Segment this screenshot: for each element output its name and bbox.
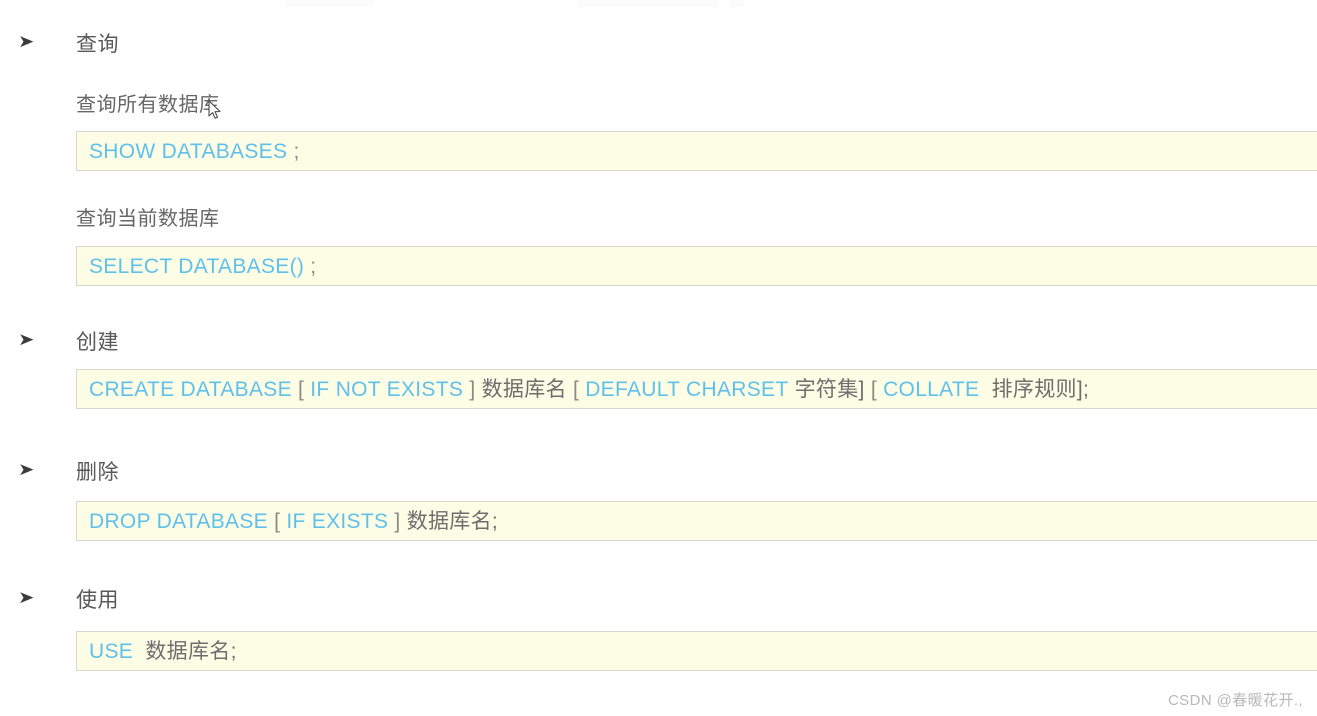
subheading-query-current-database: 查询当前数据库 xyxy=(76,208,220,230)
section-title-drop: 删除 xyxy=(76,461,119,484)
placeholder-database-name: 数据库名; xyxy=(406,509,499,533)
section-title-create: 创建 xyxy=(76,331,119,354)
bullet-arrow-icon: ➤ xyxy=(18,32,35,52)
sql-keyword: SHOW DATABASES xyxy=(89,139,288,163)
sql-keyword-drop: DROP DATABASE xyxy=(89,509,268,533)
code-block-create-database[interactable]: CREATE DATABASE [ IF NOT EXISTS ] 数据库名 [… xyxy=(76,369,1317,409)
sql-keyword-collate: COLLATE xyxy=(883,377,980,401)
code-line-drop-database: DROP DATABASE [ IF EXISTS ] 数据库名; xyxy=(77,511,498,532)
sql-keyword-if-exists: IF EXISTS xyxy=(286,509,389,533)
placeholder-charset: 字符集] xyxy=(794,377,865,401)
sql-keyword: SELECT DATABASE() xyxy=(89,254,305,278)
code-block-drop-database[interactable]: DROP DATABASE [ IF EXISTS ] 数据库名; xyxy=(76,501,1317,541)
sql-keyword-create: CREATE DATABASE xyxy=(89,377,292,401)
placeholder-database-name: 数据库名 xyxy=(481,377,567,401)
csdn-watermark: CSDN @春暖花开., xyxy=(1167,692,1303,709)
bullet-arrow-icon: ➤ xyxy=(18,460,35,480)
code-line-select-database: SELECT DATABASE() ; xyxy=(77,256,316,277)
placeholder-database-name: 数据库名; xyxy=(145,639,237,663)
sql-terminator: ; xyxy=(293,139,300,163)
sql-terminator: ; xyxy=(310,254,317,278)
subheading-query-all-databases: 查询所有数据库 xyxy=(76,94,220,116)
code-line-create-database: CREATE DATABASE [ IF NOT EXISTS ] 数据库名 [… xyxy=(77,379,1089,400)
document-page: ➤ 查询 查询所有数据库 SHOW DATABASES ; 查询当前数据库 SE… xyxy=(0,0,1317,716)
clipped-text-remnant xyxy=(0,0,1317,7)
sql-keyword-default-charset: DEFAULT CHARSET xyxy=(585,377,789,401)
placeholder-collation: 排序规则]; xyxy=(991,377,1090,401)
sql-keyword-use: USE xyxy=(89,639,134,663)
code-block-show-databases[interactable]: SHOW DATABASES ; xyxy=(76,131,1317,171)
code-line-show-databases: SHOW DATABASES ; xyxy=(77,141,300,162)
bullet-arrow-icon: ➤ xyxy=(18,588,35,608)
code-block-use-database[interactable]: USE 数据库名; xyxy=(76,631,1317,671)
section-title-use: 使用 xyxy=(76,589,119,612)
bullet-arrow-icon: ➤ xyxy=(18,330,35,350)
section-title-query: 查询 xyxy=(76,33,119,56)
code-block-select-database[interactable]: SELECT DATABASE() ; xyxy=(76,246,1317,286)
sql-keyword-if-not-exists: IF NOT EXISTS xyxy=(310,377,464,401)
code-line-use-database: USE 数据库名; xyxy=(77,641,237,662)
